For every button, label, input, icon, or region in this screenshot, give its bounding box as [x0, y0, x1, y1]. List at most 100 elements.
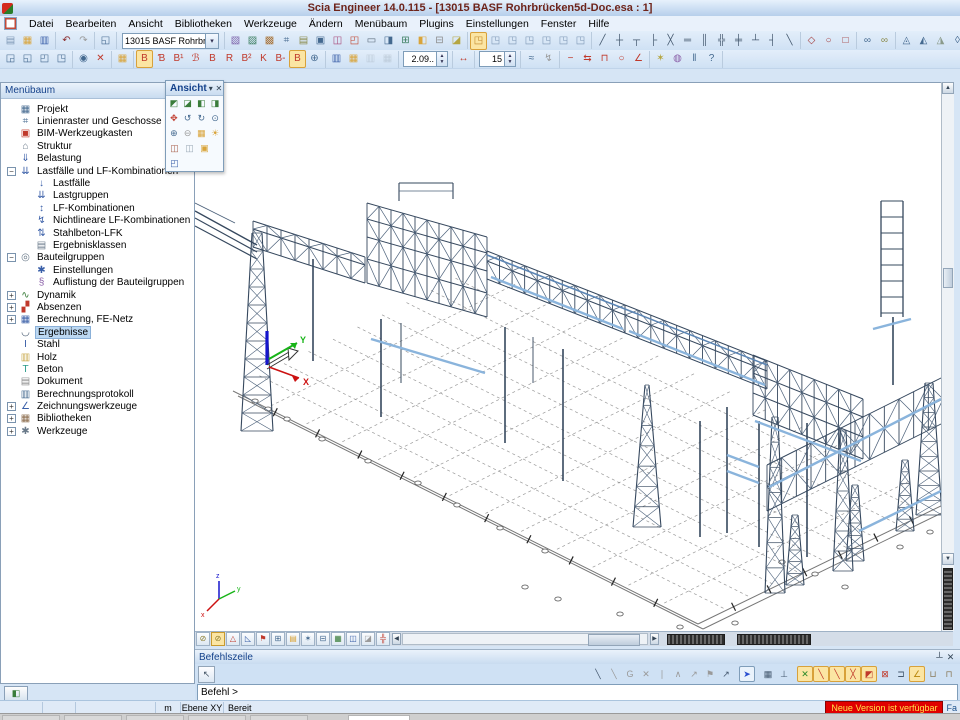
load-b1-icon[interactable]: B¹	[170, 50, 187, 68]
save-disabled-icon[interactable]: ▥	[362, 50, 379, 68]
rib-icon[interactable]: ╪	[730, 32, 747, 50]
view-group-2-icon[interactable]: ◭	[915, 32, 932, 50]
snap-midpoint-icon[interactable]: ╲	[813, 666, 829, 682]
open-folder-icon[interactable]: ▦	[19, 32, 36, 50]
help-what-icon[interactable]: ?	[703, 50, 720, 68]
panel-toggle-button[interactable]: ◧	[4, 686, 28, 701]
cursor-select-button[interactable]: ↖	[198, 666, 215, 683]
chevron-down-icon[interactable]: ▾	[207, 84, 215, 93]
spinner-arrows-icon[interactable]: ▲▼	[504, 52, 515, 66]
printer-icon[interactable]: ▭	[363, 32, 380, 50]
export-icon[interactable]: ◪	[448, 32, 465, 50]
load-r-icon[interactable]: R	[221, 50, 238, 68]
load-k-icon[interactable]: K	[255, 50, 272, 68]
menu-item-bearbeiten[interactable]: Bearbeiten	[60, 17, 123, 31]
snap-arrow-icon[interactable]: ↗	[686, 666, 702, 682]
snap-node-icon[interactable]: ╳	[845, 666, 861, 682]
binoculars-all-icon[interactable]: ∞	[876, 32, 893, 50]
pin-icon[interactable]: ┴	[934, 652, 945, 662]
node-icon[interactable]: ┼	[611, 32, 628, 50]
project-window-1-icon[interactable]: ◳	[470, 32, 487, 50]
load-b2-icon[interactable]: B²	[238, 50, 255, 68]
tabs-scroll-right-icon[interactable]: ▶	[650, 633, 659, 645]
expand-icon[interactable]: +	[7, 402, 16, 411]
tabs-scroll-left-icon[interactable]: ◀	[392, 633, 401, 645]
snap-perp-icon[interactable]: ⊐	[893, 666, 909, 682]
title-bar[interactable]: Scia Engineer 14.0.115 - [13015 BASF Roh…	[0, 0, 960, 17]
tree-item-ergebnisse[interactable]: ◡Ergebnisse	[1, 326, 194, 338]
tree-item-berechnungsprotokoll[interactable]: ▥Berechnungsprotokoll	[1, 388, 194, 400]
tree-item-lastgruppen[interactable]: ⇊Lastgruppen	[1, 190, 194, 202]
command-input[interactable]: Befehl >	[197, 684, 958, 701]
snap-line2-icon[interactable]: ╲	[606, 666, 622, 682]
expand-icon[interactable]: +	[7, 303, 16, 312]
paste-window-1-icon[interactable]: ◲	[2, 50, 19, 68]
viewport-horizontal-scrollbar[interactable]	[402, 633, 648, 645]
tree-item-zeichnungswerkzeuge[interactable]: +∠Zeichnungswerkzeuge	[1, 400, 194, 412]
viewport-vertical-scrollbar[interactable]: ▲ ▼	[941, 82, 954, 631]
sun-icon[interactable]: ✶	[652, 50, 669, 68]
project-combobox[interactable]: 13015 BASF Rohrbrü▾	[122, 33, 219, 49]
paste-window-3-icon[interactable]: ◰	[36, 50, 53, 68]
target-icon[interactable]: ⊕	[306, 50, 323, 68]
spinner-arrows-icon[interactable]: ▲▼	[436, 52, 447, 66]
document-window-icon[interactable]	[4, 17, 17, 30]
view-group-1-icon[interactable]: ◬	[898, 32, 915, 50]
paste-window-4-icon[interactable]: ◳	[53, 50, 70, 68]
visibility-eye-icon[interactable]: ◉	[75, 50, 92, 68]
project-window-4-icon[interactable]: ◳	[521, 32, 538, 50]
tree-item-werkzeuge[interactable]: +✱Werkzeuge	[1, 425, 194, 437]
tree-item-ergebnisklassen[interactable]: ▤Ergebnisklassen	[1, 239, 194, 251]
loads-tab-icon[interactable]: ◺	[241, 632, 255, 646]
tree-item-bauteilgruppen[interactable]: −◎Bauteilgruppen	[1, 252, 194, 264]
new-file-icon[interactable]: ▤	[2, 32, 19, 50]
combobox-dropdown-icon[interactable]: ▾	[205, 34, 218, 48]
view-settings-icon[interactable]: ▣	[197, 141, 212, 156]
rotate-left-icon[interactable]: ↺	[181, 111, 195, 126]
zoom-out-icon[interactable]: ⊖	[181, 126, 195, 141]
menu-item-hilfe[interactable]: Hilfe	[582, 17, 615, 31]
project-window-5-icon[interactable]: ◳	[538, 32, 555, 50]
parallel-icon[interactable]: ‖	[686, 50, 703, 68]
view-group-4-icon[interactable]: ◊	[949, 32, 960, 50]
rotate-right-icon[interactable]: ↻	[195, 111, 209, 126]
load-bd-icon[interactable]: Ɓ	[153, 50, 170, 68]
clipboard-icon[interactable]: ▩	[261, 32, 278, 50]
snap-flag-icon[interactable]: ⚑	[702, 666, 718, 682]
open-disabled-icon[interactable]: ▦	[379, 50, 396, 68]
snap-ortho-icon[interactable]: ⊥	[776, 666, 792, 682]
beam-icon[interactable]: ┬	[628, 32, 645, 50]
load-bq-icon[interactable]: ℬ	[187, 50, 204, 68]
snap-cross-icon[interactable]: ✕	[638, 666, 654, 682]
project-window-2-icon[interactable]: ◳	[487, 32, 504, 50]
docked-window-grip-1[interactable]	[667, 634, 725, 645]
snap-grid-icon[interactable]: ▦	[760, 666, 776, 682]
menu-item-ansicht[interactable]: Ansicht	[122, 17, 168, 31]
table-icon[interactable]: ▣	[312, 32, 329, 50]
collapse-icon[interactable]: −	[7, 253, 16, 262]
tree-item-auflistung-der-bauteilgruppen[interactable]: §Auflistung der Bauteilgruppen	[1, 276, 194, 288]
calculator-icon[interactable]: ◰	[346, 32, 363, 50]
supports-tab-icon[interactable]: △	[226, 632, 240, 646]
add-item-icon[interactable]: ⊞	[397, 32, 414, 50]
frame-icon[interactable]: ╬	[713, 32, 730, 50]
snap-arrow2-icon[interactable]: ↗	[718, 666, 734, 682]
tree-item-nichtlineare-lf-kombinationen[interactable]: ↯Nichtlineare LF-Kombinationen	[1, 215, 194, 227]
count-spinner[interactable]: 15▲▼	[479, 51, 516, 67]
snap-box2-icon[interactable]: ⊓	[941, 666, 957, 682]
snap-curve-icon[interactable]: G	[622, 666, 638, 682]
tree-item-beton[interactable]: TBeton	[1, 363, 194, 375]
catalog-icon[interactable]: ▨	[244, 32, 261, 50]
result-circle-icon[interactable]: ○	[613, 50, 630, 68]
tree-item-dynamik[interactable]: +∿Dynamik	[1, 289, 194, 301]
light-icon[interactable]: ☀	[208, 126, 222, 141]
snap-intersect-icon[interactable]: ╲	[829, 666, 845, 682]
menu-item-ändern[interactable]: Ändern	[303, 17, 349, 31]
select-rect-icon[interactable]: □	[837, 32, 854, 50]
results-tab-icon[interactable]: ⊟	[316, 632, 330, 646]
load-b-active-icon[interactable]: B	[289, 50, 306, 68]
support-icon[interactable]: ┴	[747, 32, 764, 50]
wave-icon[interactable]: ≈	[523, 50, 540, 68]
docked-window-grip-vertical[interactable]	[943, 568, 953, 630]
scale-icon[interactable]: ↔	[455, 50, 472, 68]
